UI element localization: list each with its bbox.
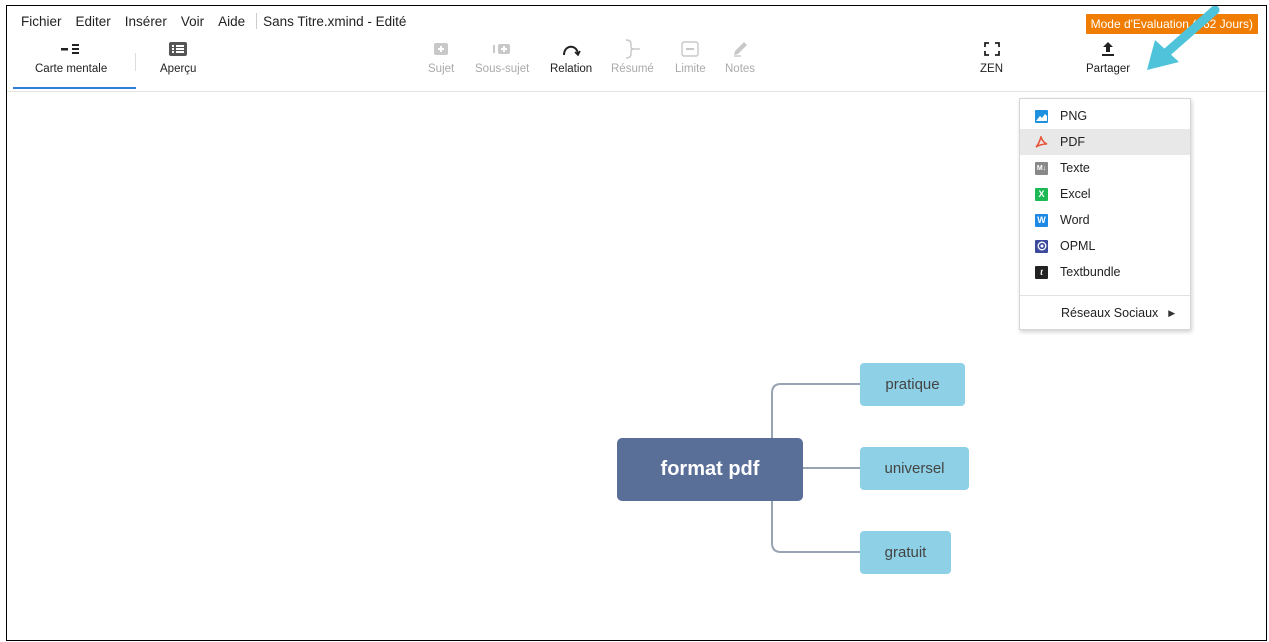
share-button[interactable]: Partager (1086, 39, 1130, 75)
boundary-icon (679, 39, 701, 59)
share-menu-item-word[interactable]: W Word (1020, 207, 1190, 233)
excel-icon: X (1035, 187, 1048, 201)
share-menu-label-png: PNG (1060, 109, 1088, 123)
share-menu-label-pdf: PDF (1060, 135, 1085, 149)
share-menu-divider (1020, 295, 1190, 296)
menubar: Fichier Editer Insérer Voir Aide Sans Ti… (7, 6, 1266, 36)
opml-icon (1035, 239, 1048, 253)
share-menu-item-png[interactable]: PNG (1020, 103, 1190, 129)
summary-brace-icon (621, 39, 643, 59)
share-menu-item-textbundle[interactable]: t Textbundle (1020, 259, 1190, 285)
share-menu-label-word: Word (1060, 213, 1090, 227)
share-menu-label-excel: Excel (1060, 187, 1091, 201)
share-menu-label-social: Réseaux Sociaux (1061, 306, 1159, 320)
app-window: Fichier Editer Insérer Voir Aide Sans Ti… (6, 5, 1267, 641)
word-icon: W (1035, 213, 1048, 227)
share-label: Partager (1086, 63, 1131, 75)
menu-divider (256, 13, 258, 29)
menu-editer[interactable]: Editer (69, 14, 118, 29)
connector-gratuit (771, 501, 860, 553)
relation-button[interactable]: Relation (550, 39, 592, 75)
zen-fullscreen-icon (981, 39, 1003, 59)
textbundle-icon: t (1035, 265, 1048, 279)
zen-button[interactable]: ZEN (980, 39, 1003, 75)
root-topic[interactable]: format pdf (617, 438, 803, 501)
subtopic-button[interactable]: Sous-sujet (475, 39, 529, 75)
summary-button[interactable]: Résumé (611, 39, 654, 75)
pdf-icon (1035, 135, 1048, 149)
share-menu-item-excel[interactable]: X Excel (1020, 181, 1190, 207)
topic-icon (430, 39, 452, 59)
boundary-button[interactable]: Limite (675, 39, 706, 75)
share-menu-label-opml: OPML (1060, 239, 1096, 253)
topic-button[interactable]: Sujet (428, 39, 454, 75)
menu-inserer[interactable]: Insérer (118, 14, 174, 29)
tab-outline[interactable]: Aperçu (160, 39, 196, 75)
share-menu-item-pdf[interactable]: PDF (1020, 129, 1190, 155)
share-menu-item-opml[interactable]: OPML (1020, 233, 1190, 259)
share-menu-label-texte: Texte (1060, 161, 1090, 175)
notes-pencil-icon (729, 39, 751, 59)
share-menu-label-textbundle: Textbundle (1060, 265, 1121, 279)
toolbar: Carte mentale Aperçu Sujet Sous-sujet Re… (7, 39, 1266, 92)
tab-outline-label: Aperçu (160, 63, 197, 75)
tab-mind-map-label: Carte mentale (35, 63, 108, 75)
menu-fichier[interactable]: Fichier (7, 14, 69, 29)
annotation-arrow-icon (1147, 6, 1220, 70)
subtopic-label: Sous-sujet (475, 63, 530, 75)
zen-label: ZEN (980, 63, 1003, 75)
relation-curve-icon (560, 39, 582, 59)
markdown-text-icon: M↓ (1035, 161, 1048, 175)
submenu-arrow-icon: ▶ (1168, 307, 1176, 318)
share-menu-item-social[interactable]: Réseaux Sociaux ▶ (1020, 300, 1190, 326)
subtopic-pratique[interactable]: pratique (860, 363, 965, 406)
menu-voir[interactable]: Voir (174, 14, 211, 29)
subtopic-gratuit[interactable]: gratuit (860, 531, 951, 574)
png-image-icon (1035, 109, 1048, 123)
subtopic-universel[interactable]: universel (860, 447, 969, 490)
active-tab-indicator (13, 87, 136, 89)
mindmap-icon (60, 39, 82, 59)
tab-mind-map[interactable]: Carte mentale (35, 39, 107, 75)
subtopic-icon (491, 39, 513, 59)
menu-aide[interactable]: Aide (211, 14, 252, 29)
share-menu-item-texte[interactable]: M↓ Texte (1020, 155, 1190, 181)
outline-list-icon (167, 39, 189, 59)
boundary-label: Limite (675, 63, 706, 75)
toolbar-divider (135, 53, 136, 71)
topic-label: Sujet (428, 63, 455, 75)
relation-label: Relation (550, 63, 593, 75)
summary-label: Résumé (611, 63, 654, 75)
document-title: Sans Titre.xmind - Edité (263, 13, 407, 29)
share-dropdown-menu: PNG PDF M↓ Texte X Excel W Word OPML t T… (1019, 98, 1191, 330)
notes-label: Notes (725, 63, 756, 75)
notes-button[interactable]: Notes (725, 39, 755, 75)
share-upload-icon (1097, 39, 1119, 59)
